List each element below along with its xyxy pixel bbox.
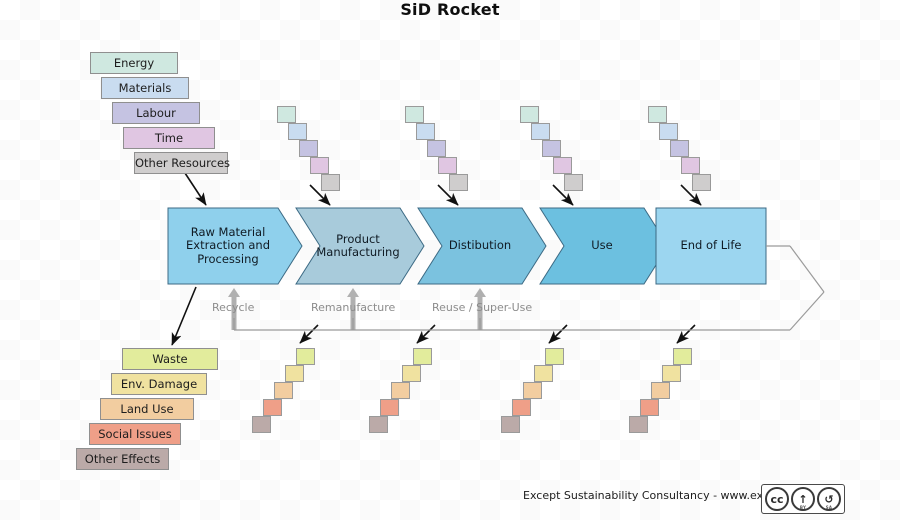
stage-label-use: Use: [540, 208, 668, 284]
stage-label-end-of-life: End of Life: [656, 208, 766, 284]
cascade-square-other-effects: [629, 416, 648, 433]
diagram-canvas: SiD Rocket Energy Materials Labour Time Othe…: [0, 0, 900, 520]
cc-chip-cc-icon: cc: [765, 487, 789, 511]
cascade-square-env-damage: [534, 365, 553, 382]
cascade-square-land-use: [651, 382, 670, 399]
cascade-square-land-use: [274, 382, 293, 399]
cascade-square-social-issues: [640, 399, 659, 416]
loop-label-recycle: Recycle: [212, 301, 255, 314]
arrow-stage-to-outputs-5: [676, 324, 696, 344]
cc-chip-sublabel: SA: [825, 505, 833, 510]
stage-label-text: End of Life: [680, 238, 742, 253]
output-pill-land-use: Land Use: [100, 398, 194, 420]
cascade-square-waste: [545, 348, 564, 365]
arrow-lifecycle-to-impacts: [171, 286, 197, 346]
cascade-square-materials: [531, 123, 550, 140]
cascade-square-energy: [520, 106, 539, 123]
cascade-square-social-issues: [512, 399, 531, 416]
input-pill-energy: Energy: [90, 52, 178, 74]
cascade-square-env-damage: [285, 365, 304, 382]
stage-label-text: Product Manufacturing: [316, 231, 400, 259]
stage-label-text: Use: [591, 238, 613, 253]
cascade-square-materials: [416, 123, 435, 140]
input-pill-labour: Labour: [112, 102, 200, 124]
cascade-square-env-damage: [662, 365, 681, 382]
stage-label-raw-material-extraction-and-processing: Raw Material Extraction and Processing: [168, 208, 302, 284]
arrow-stage-to-outputs-3: [416, 324, 436, 344]
cascade-square-time: [553, 157, 572, 174]
cascade-square-labour: [670, 140, 689, 157]
cascade-square-other-effects: [252, 416, 271, 433]
output-pill-env-damage: Env. Damage: [111, 373, 207, 395]
arrow-stage-to-outputs-2: [299, 324, 319, 344]
credit-text: Except Sustainability Consultancy - www.…: [523, 489, 801, 502]
input-pill-time: Time: [123, 127, 215, 149]
cc-chip-sublabel: BY: [799, 505, 807, 510]
loop-label-reuse-super-use: Reuse / Super-Use: [432, 301, 533, 314]
cascade-square-time: [438, 157, 457, 174]
cascade-square-labour: [299, 140, 318, 157]
cascade-square-other-resources: [449, 174, 468, 191]
cc-chip-sa-icon: ↺ SA: [817, 487, 841, 511]
arrow-stage-to-outputs-4: [548, 324, 568, 344]
loop-bottom-diagonal: [789, 291, 825, 331]
cc-chip-by-icon: ↑ BY: [791, 487, 815, 511]
cascade-square-env-damage: [402, 365, 421, 382]
cascade-square-energy: [648, 106, 667, 123]
cascade-square-waste: [673, 348, 692, 365]
input-pill-other-resources: Other Resources: [134, 152, 230, 174]
cascade-square-land-use: [391, 382, 410, 399]
creative-commons-badge[interactable]: cc ↑ BY ↺ SA: [761, 484, 845, 514]
cascade-square-social-issues: [263, 399, 282, 416]
cascade-square-waste: [413, 348, 432, 365]
loop-label-remanufacture: Remanufacture: [311, 301, 396, 314]
cascade-square-labour: [542, 140, 561, 157]
cascade-square-waste: [296, 348, 315, 365]
cascade-square-land-use: [523, 382, 542, 399]
cascade-square-time: [310, 157, 329, 174]
output-pill-social-issues: Social Issues: [89, 423, 181, 445]
cascade-square-labour: [427, 140, 446, 157]
cascade-square-materials: [288, 123, 307, 140]
cascade-square-social-issues: [380, 399, 399, 416]
cascade-square-materials: [659, 123, 678, 140]
cascade-square-energy: [277, 106, 296, 123]
stage-label-distribution: Distibution: [418, 208, 546, 284]
arrow-resources-to-lifecycle: [182, 169, 207, 206]
cascade-square-other-resources: [692, 174, 711, 191]
stage-label-text: Distibution: [448, 238, 512, 253]
stage-label-text: Raw Material Extraction and Processing: [186, 224, 270, 266]
output-pill-other-effects: Other Effects: [76, 448, 169, 470]
cascade-square-other-resources: [321, 174, 340, 191]
cascade-square-other-resources: [564, 174, 583, 191]
cascade-square-energy: [405, 106, 424, 123]
input-pill-materials: Materials: [101, 77, 189, 99]
output-pill-waste: Waste: [122, 348, 218, 370]
loop-top-diagonal: [789, 245, 825, 293]
cascade-square-other-effects: [501, 416, 520, 433]
cascade-square-other-effects: [369, 416, 388, 433]
stage-label-product-manufacturing: Product Manufacturing: [296, 208, 424, 284]
cascade-square-time: [681, 157, 700, 174]
